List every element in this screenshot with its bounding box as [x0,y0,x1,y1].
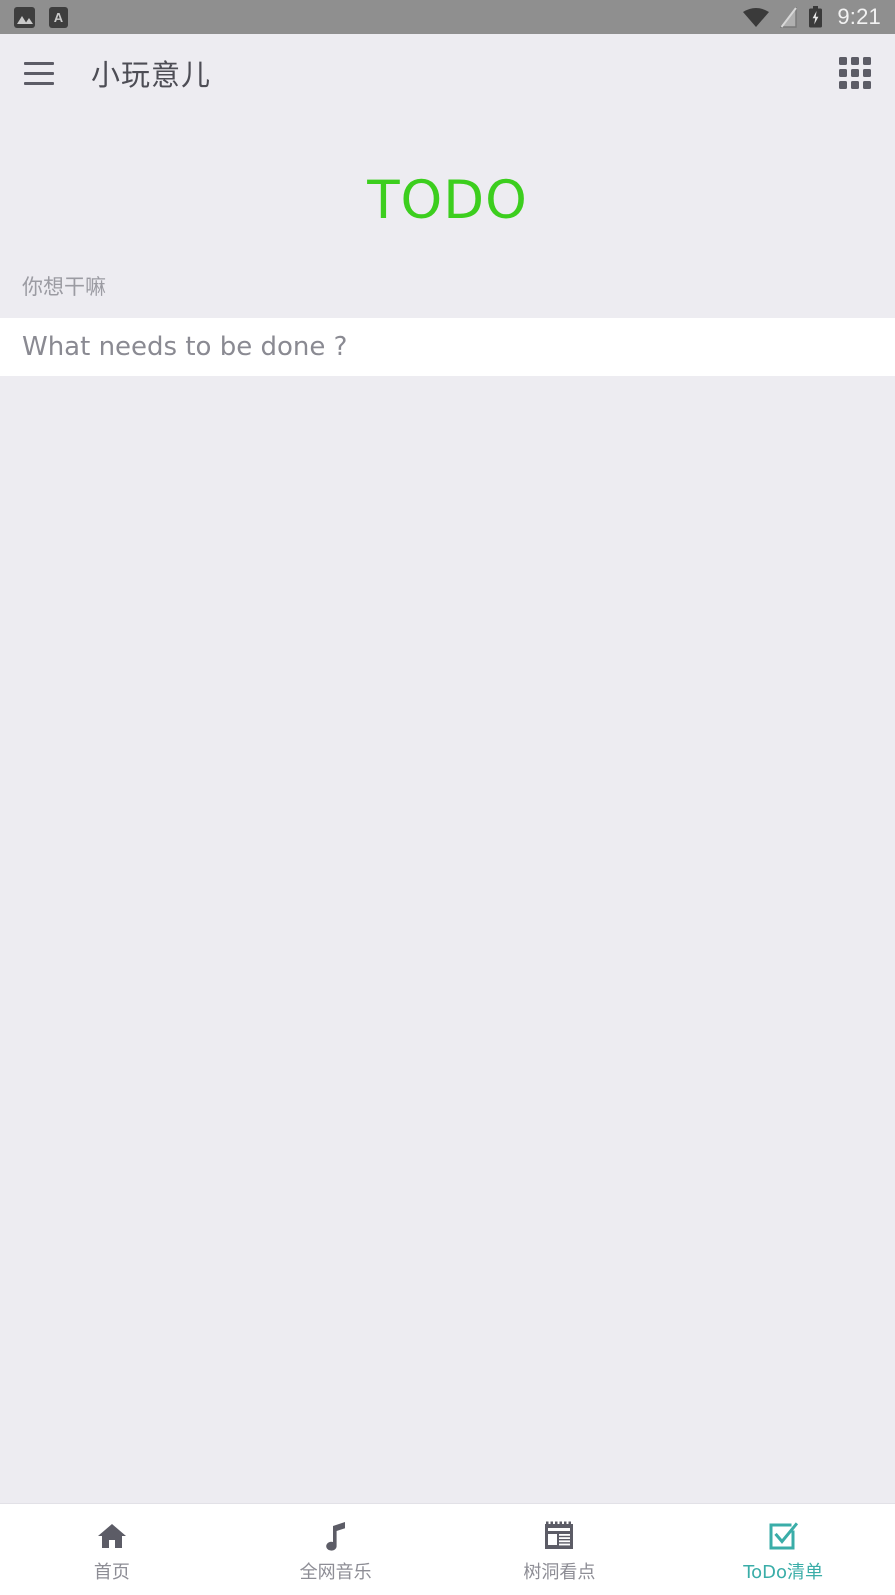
status-bar-system: 9:21 [743,4,881,30]
newspaper-icon [543,1520,575,1552]
nav-item-todo[interactable]: ToDo清单 [671,1504,895,1595]
music-note-icon [323,1520,349,1552]
todo-list [0,376,895,1503]
hamburger-menu-icon[interactable] [24,53,64,93]
main-content: TODO 你想干嘛 [0,112,895,1503]
status-bar-clock: 9:21 [837,4,881,29]
status-bar: A 9:21 [0,0,895,34]
apps-grid-icon[interactable] [839,57,871,89]
nav-label-home: 首页 [93,1561,130,1583]
wifi-icon [743,7,770,27]
nav-item-home[interactable]: 首页 [0,1504,224,1595]
nav-label-todo: ToDo清单 [743,1561,824,1583]
nav-label-music: 全网音乐 [299,1561,372,1583]
app-screen: A 9:21 小玩意儿 TODO 你想干嘛 What needs to be d… [0,0,895,1595]
nav-label-news: 树洞看点 [523,1561,596,1583]
status-bar-notifications: A [14,6,68,28]
home-icon [97,1520,127,1552]
photo-icon [14,6,35,28]
app-a-icon: A [49,6,68,28]
nav-item-music[interactable]: 全网音乐 [224,1504,448,1595]
input-field-label: 你想干嘛 [22,275,106,299]
todo-heading: TODO [367,170,528,231]
app-bar: 小玩意儿 [0,34,895,112]
checkbox-check-icon [768,1520,799,1552]
todo-input[interactable] [22,318,873,376]
todo-input-row[interactable] [0,318,895,376]
nav-item-news[interactable]: 树洞看点 [448,1504,672,1595]
battery-charging-icon [808,6,823,28]
no-sim-icon [780,6,798,28]
page-title: 小玩意儿 [91,58,212,92]
bottom-navigation-bar: 首页 全网音乐 树洞看点 ToDo清单 [0,1503,895,1595]
